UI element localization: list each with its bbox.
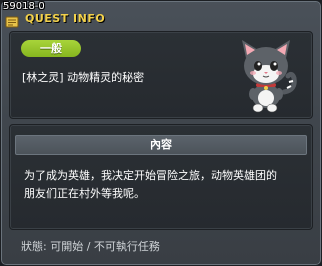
cat-npc-portrait [232, 36, 300, 114]
quest-description: 为了成为英雄，我决定开始冒险之旅，动物英雄团的 朋友们正在村外等我呢。 [24, 167, 304, 203]
content-header: 內容 [15, 135, 307, 155]
window-title: QUEST INFO [25, 12, 106, 25]
description-line: 为了成为英雄，我决定开始冒险之旅，动物英雄团的 [24, 169, 277, 182]
quest-name: [林之灵] 动物精灵的秘密 [22, 71, 145, 84]
quest-status: 狀態: 可開始 / 不可執行任務 [21, 240, 160, 253]
title-bar[interactable]: 59018-0 QUEST INFO [1, 1, 321, 29]
description-line: 朋友们正在村外等我呢。 [24, 187, 145, 200]
quest-scroll-icon [5, 13, 19, 28]
category-badge: 一般 [21, 40, 81, 57]
